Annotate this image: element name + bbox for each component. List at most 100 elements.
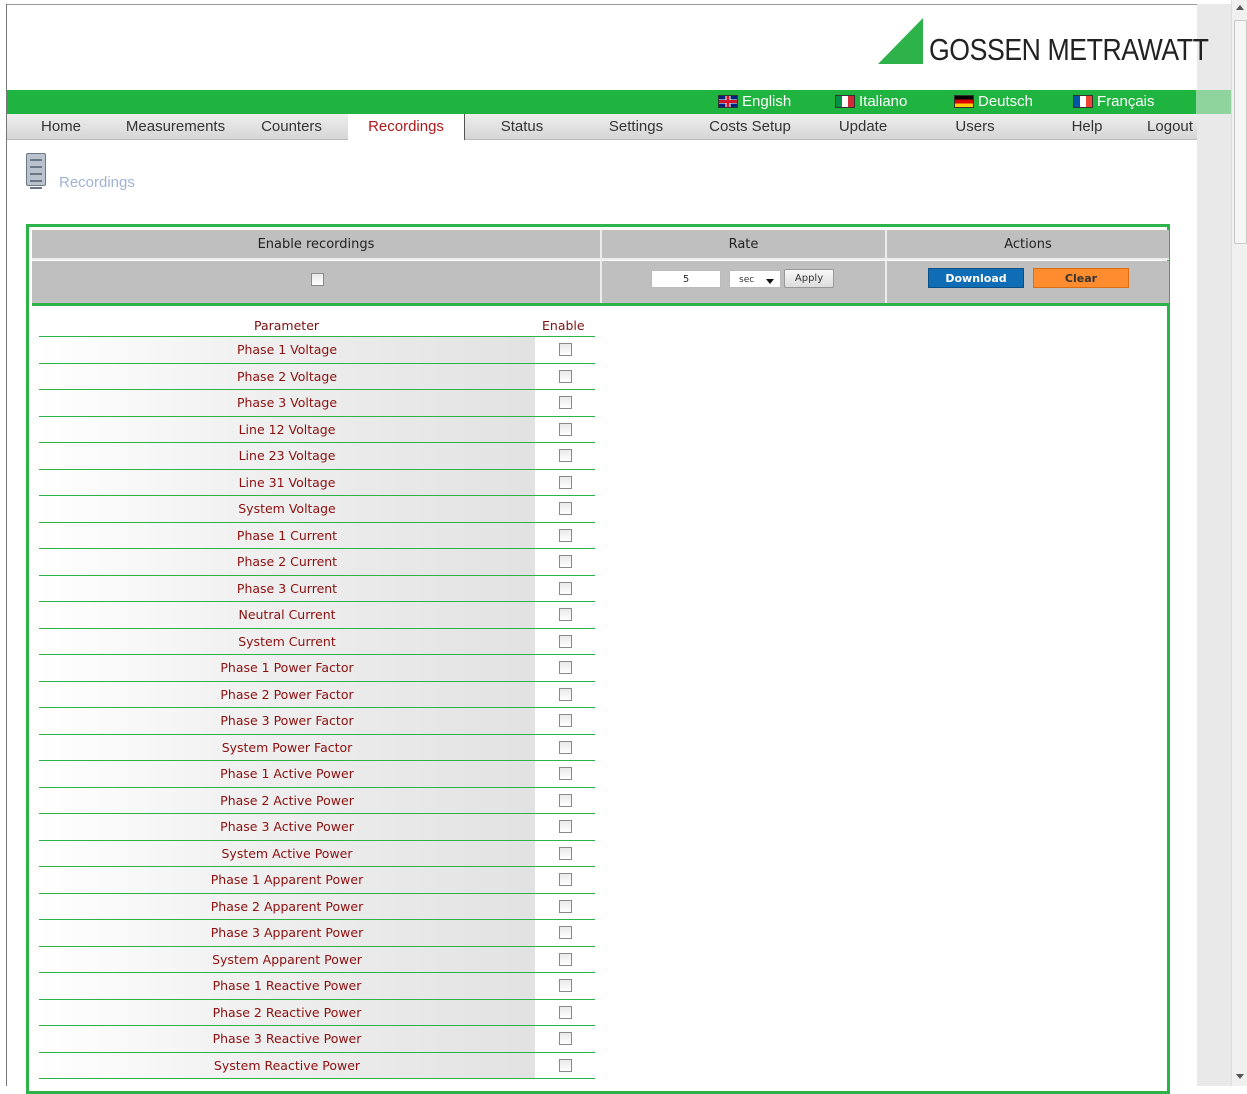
tab-users[interactable]: Users (919, 114, 1031, 139)
parameter-name: System Power Factor (39, 734, 535, 760)
enable-column-header: Enable (542, 318, 585, 333)
language-label: English (742, 93, 792, 110)
parameter-enable-checkbox[interactable] (559, 952, 572, 966)
parameter-name: Phase 3 Apparent Power (39, 920, 535, 946)
parameter-column-header: Parameter (254, 318, 320, 333)
table-row: Phase 2 Active Power (39, 787, 595, 814)
parameter-name: Phase 1 Voltage (39, 337, 535, 363)
document-icon (26, 153, 46, 189)
enable-recordings-checkbox[interactable] (311, 273, 324, 286)
parameter-enable-checkbox[interactable] (559, 926, 572, 939)
language-italiano[interactable]: Italiano (835, 93, 907, 110)
section-divider (32, 303, 1170, 306)
parameter-enable-checkbox[interactable] (559, 449, 572, 462)
parameter-enable-checkbox[interactable] (559, 608, 572, 621)
parameter-enable-checkbox[interactable] (559, 661, 572, 674)
parameter-enable-checkbox[interactable] (559, 820, 572, 833)
table-row: System Apparent Power (39, 946, 595, 973)
tab-costs-setup[interactable]: Costs Setup (693, 114, 807, 139)
parameter-enable-checkbox[interactable] (559, 1032, 572, 1045)
parameter-name: Phase 1 Apparent Power (39, 867, 535, 893)
parameter-enable-checkbox[interactable] (559, 899, 572, 913)
parameter-enable-checkbox[interactable] (559, 369, 572, 383)
table-row: Phase 1 Power Factor (39, 655, 595, 682)
parameter-name: System Current (39, 628, 535, 654)
table-row: Phase 3 Reactive Power (39, 1026, 595, 1053)
enable-recordings-header: Enable recordings (32, 230, 600, 260)
tab-help[interactable]: Help (1031, 114, 1143, 139)
parameter-name: Phase 3 Active Power (39, 814, 535, 840)
parameter-enable-checkbox[interactable] (559, 873, 572, 886)
table-row: System Voltage (39, 496, 595, 523)
parameters-table: Parameter Enable Phase 1 Voltage Phase 2 … (39, 317, 595, 1079)
parameter-enable-checkbox[interactable] (559, 396, 572, 409)
table-row: System Power Factor (39, 734, 595, 761)
parameter-enable-checkbox[interactable] (559, 528, 572, 542)
tab-settings[interactable]: Settings (579, 114, 693, 139)
tab-update[interactable]: Update (807, 114, 919, 139)
page-frame-left (6, 4, 7, 1086)
parameter-enable-checkbox[interactable] (559, 714, 572, 727)
parameter-name: System Active Power (39, 840, 535, 866)
language-deutsch[interactable]: Deutsch (954, 93, 1033, 110)
rate-unit-select[interactable]: sec (729, 270, 781, 288)
vertical-scrollbar[interactable] (1231, 0, 1247, 1086)
rate-header: Rate (602, 230, 885, 260)
table-row: Phase 2 Voltage (39, 363, 595, 390)
parameter-name: Phase 2 Power Factor (39, 681, 535, 707)
language-francais[interactable]: Français (1073, 93, 1155, 110)
parameter-enable-checkbox[interactable] (559, 846, 572, 860)
parameters-header-row: Parameter Enable (39, 317, 595, 337)
parameter-enable-checkbox[interactable] (559, 740, 572, 754)
parameter-enable-checkbox[interactable] (559, 793, 572, 807)
parameter-name: Line 23 Voltage (39, 443, 535, 469)
parameter-enable-checkbox[interactable] (559, 555, 572, 568)
parameter-enable-checkbox[interactable] (559, 343, 572, 356)
table-row: Line 23 Voltage (39, 443, 595, 470)
parameter-name: Phase 1 Power Factor (39, 655, 535, 681)
scroll-up-arrow-icon[interactable] (1236, 5, 1244, 10)
tab-measurements[interactable]: Measurements (115, 114, 236, 139)
parameter-enable-checkbox[interactable] (559, 475, 572, 489)
table-row: Phase 1 Apparent Power (39, 867, 595, 894)
parameter-enable-checkbox[interactable] (559, 634, 572, 648)
recordings-panel: Enable recordings Rate Actions 5 sec App… (26, 224, 1170, 1094)
parameter-name: Phase 1 Reactive Power (39, 973, 535, 999)
column-divider (600, 230, 602, 303)
rate-input[interactable]: 5 (651, 270, 721, 288)
parameter-enable-checkbox[interactable] (559, 687, 572, 701)
table-row: Phase 1 Voltage (39, 337, 595, 364)
language-label: Français (1097, 93, 1155, 110)
parameter-enable-checkbox[interactable] (559, 979, 572, 992)
download-button[interactable]: Download (928, 268, 1024, 288)
parameter-name: Phase 2 Active Power (39, 787, 535, 813)
parameter-rows: Phase 1 Voltage Phase 2 Voltage Phase 3 Vo… (39, 337, 595, 1079)
parameter-enable-checkbox[interactable] (559, 1005, 572, 1019)
tab-home[interactable]: Home (7, 114, 115, 139)
parameter-enable-checkbox[interactable] (559, 767, 572, 780)
parameter-enable-checkbox[interactable] (559, 581, 572, 595)
language-english[interactable]: English (718, 93, 791, 110)
scrollbar-thumb[interactable] (1234, 20, 1247, 244)
table-row: Phase 2 Power Factor (39, 681, 595, 708)
france-flag-icon (1073, 95, 1093, 108)
table-row: Phase 3 Active Power (39, 814, 595, 841)
germany-flag-icon (954, 95, 974, 108)
parameter-name: Phase 3 Power Factor (39, 708, 535, 734)
apply-button[interactable]: Apply (784, 269, 834, 288)
italy-flag-icon (835, 95, 855, 108)
tab-counters[interactable]: Counters (236, 114, 347, 139)
parameter-name: Phase 3 Current (39, 575, 535, 601)
tab-logout[interactable]: Logout (1135, 114, 1205, 139)
parameter-enable-checkbox[interactable] (559, 1058, 572, 1072)
scroll-down-arrow-icon[interactable] (1236, 1074, 1244, 1079)
parameter-enable-checkbox[interactable] (559, 422, 572, 436)
table-row: Phase 3 Voltage (39, 390, 595, 417)
clear-button[interactable]: Clear (1033, 268, 1129, 288)
tab-status[interactable]: Status (465, 114, 579, 139)
table-row: Phase 3 Power Factor (39, 708, 595, 735)
parameter-name: System Voltage (39, 496, 535, 522)
parameter-name: Phase 1 Active Power (39, 761, 535, 787)
parameter-enable-checkbox[interactable] (559, 502, 572, 515)
tab-recordings[interactable]: Recordings (348, 114, 465, 140)
